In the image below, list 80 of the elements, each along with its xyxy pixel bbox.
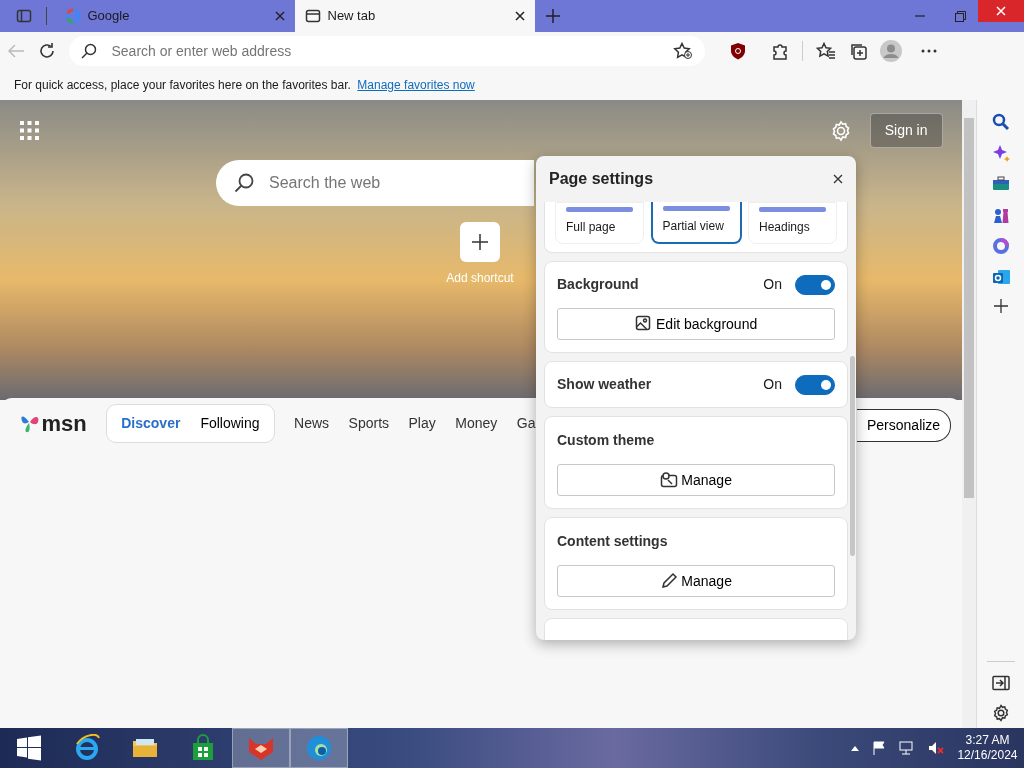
toolbox-icon[interactable] xyxy=(991,175,1010,193)
plus-icon xyxy=(471,233,489,251)
clock-time: 3:27 AM xyxy=(964,733,1011,748)
collections-icon[interactable] xyxy=(848,42,867,60)
feed-tab[interactable]: Following xyxy=(190,408,270,438)
plus-icon[interactable] xyxy=(993,299,1008,313)
flag-icon[interactable] xyxy=(872,741,887,755)
layout-option[interactable]: Headings xyxy=(748,202,837,244)
close-icon[interactable] xyxy=(515,11,525,21)
manage-button[interactable]: Manage xyxy=(557,565,835,597)
speaker-muted-icon[interactable] xyxy=(928,741,945,755)
feed-tab[interactable]: Discover xyxy=(111,408,191,438)
nav-link[interactable]: Sports xyxy=(348,412,390,434)
wave-browser-icon xyxy=(305,734,333,762)
network-icon[interactable] xyxy=(899,741,916,755)
star-add-icon[interactable] xyxy=(672,42,693,60)
up-caret-icon[interactable] xyxy=(851,745,860,751)
letter-e-browser-icon xyxy=(73,734,101,762)
scrollbar-thumb[interactable] xyxy=(964,118,974,498)
restore-icon[interactable] xyxy=(955,10,966,22)
sign-in-button[interactable]: Sign in xyxy=(869,113,943,148)
app-grid-icon[interactable] xyxy=(19,121,39,140)
manage-button[interactable]: Manage xyxy=(557,464,835,496)
panel-icon[interactable] xyxy=(991,674,1010,691)
panel-scrollbar-thumb[interactable] xyxy=(850,356,855,556)
web-search-bar[interactable]: Search the web xyxy=(216,160,534,206)
toggle-state-label: On xyxy=(763,275,782,294)
add-shortcut-button[interactable] xyxy=(460,222,500,262)
toggle-switch[interactable] xyxy=(795,274,835,295)
nav-link[interactable]: News xyxy=(294,412,330,434)
layout-label: Headings xyxy=(759,220,810,234)
new-tab-plus-icon[interactable] xyxy=(545,8,561,24)
tab-title: New tab xyxy=(327,7,377,26)
chess-pieces-icon[interactable] xyxy=(991,206,1010,224)
manage-favorites-link[interactable]: Manage favorites now xyxy=(357,76,475,94)
manage-button[interactable]: Edit background xyxy=(557,308,835,340)
nav-link[interactable]: Money xyxy=(455,412,498,434)
search-icon xyxy=(80,43,97,59)
mail-app-icon[interactable] xyxy=(991,268,1010,286)
pencil-icon xyxy=(660,572,679,590)
favorites-bar-message: For quick access, place your favorites here on the favorites bar. xyxy=(14,77,351,94)
section-title: Content settings xyxy=(557,531,668,551)
add-shortcut-label: Add shortcut xyxy=(446,269,514,287)
avatar-icon[interactable] xyxy=(879,40,902,62)
refresh-icon[interactable] xyxy=(37,42,56,60)
more-options-icon[interactable] xyxy=(920,49,937,53)
layout-option[interactable]: Partial view xyxy=(650,202,742,244)
wave-browser-button[interactable] xyxy=(290,728,348,768)
settings-icon[interactable] xyxy=(991,703,1010,722)
toggle-switch[interactable] xyxy=(795,374,835,395)
image-icon xyxy=(634,315,653,333)
new-tab-icon xyxy=(305,8,321,24)
search-icon[interactable] xyxy=(991,113,1010,131)
browser-tab[interactable]: Google xyxy=(55,0,295,32)
nav-link[interactable]: Ga xyxy=(516,412,536,434)
layout-option[interactable]: Full page xyxy=(555,202,644,244)
clock-date: 12/16/2024 xyxy=(957,748,1018,763)
toggle-state-label: On xyxy=(763,375,782,394)
close-icon[interactable] xyxy=(833,174,843,184)
panel-title: Page settings xyxy=(549,169,654,189)
sparkle-icon[interactable] xyxy=(991,144,1010,162)
google-icon xyxy=(65,8,81,24)
tab-title: Google xyxy=(87,7,131,26)
tab-actions-icon[interactable] xyxy=(16,8,32,24)
msn-logo-text: msn xyxy=(41,409,87,438)
puzzle-piece-icon[interactable] xyxy=(770,42,789,60)
nav-link[interactable]: Play xyxy=(408,412,436,434)
personalize-button[interactable]: Personalize xyxy=(857,409,952,442)
start-icon xyxy=(15,734,43,762)
section-title: Custom theme xyxy=(557,430,655,450)
favorites-star-icon[interactable] xyxy=(815,42,836,60)
ring-icon[interactable] xyxy=(991,237,1010,255)
section-title: Background xyxy=(557,275,639,294)
search-icon xyxy=(234,173,254,193)
layout-label: Partial view xyxy=(662,219,724,233)
shield-icon[interactable] xyxy=(729,42,746,60)
theme-icon xyxy=(660,471,679,489)
browser-tab[interactable]: New tab xyxy=(295,0,535,32)
section-title: Show weather xyxy=(557,375,652,394)
layout-label: Full page xyxy=(566,220,616,234)
